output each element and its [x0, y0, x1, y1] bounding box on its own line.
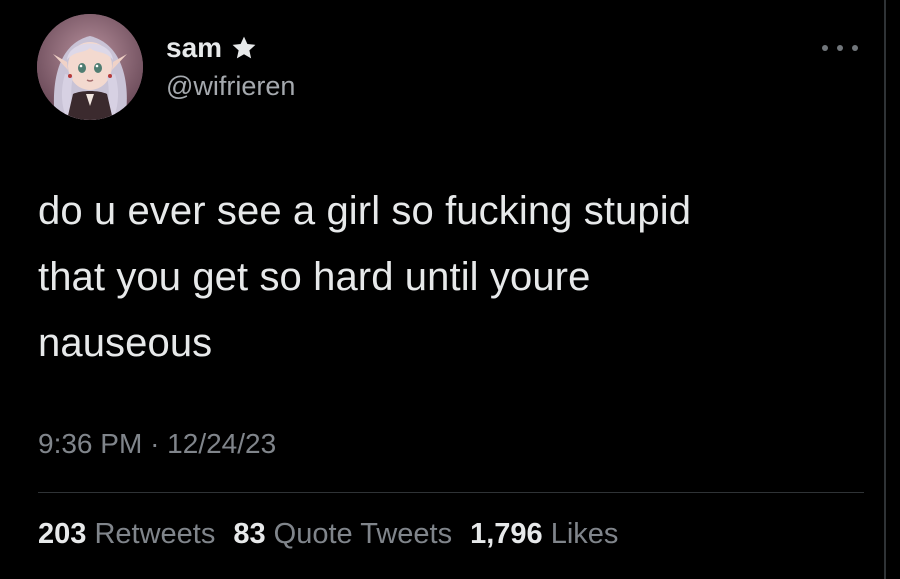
user-name-row[interactable]: sam — [166, 30, 258, 66]
avatar[interactable] — [37, 14, 143, 120]
dot-icon — [822, 45, 828, 51]
engagement-stats: 203 Retweets 83 Quote Tweets 1,796 Likes — [38, 518, 636, 551]
display-name[interactable]: sam — [166, 32, 222, 64]
meta-separator: · — [150, 428, 168, 459]
tweet-date: 12/24/23 — [167, 428, 277, 459]
likes-count: 1,796 — [470, 518, 551, 550]
likes-label: Likes — [550, 518, 619, 550]
retweets-label: Retweets — [94, 518, 216, 550]
anime-girl-avatar-icon — [37, 14, 143, 120]
tweet-timestamp[interactable]: 9:36 PM · 12/24/23 — [38, 428, 276, 460]
user-handle[interactable]: @wifrieren — [166, 71, 295, 102]
tweet-time: 9:36 PM — [38, 428, 151, 459]
quote-tweets-count: 83 — [233, 518, 274, 550]
quote-tweets-label: Quote Tweets — [273, 518, 453, 550]
tweet-card: sam @wifrieren do u ever see a girl so f… — [0, 0, 900, 579]
retweets-count: 203 — [38, 518, 95, 550]
more-options-icon[interactable] — [822, 38, 858, 58]
dot-icon — [852, 45, 858, 51]
quote-tweets-stat[interactable]: 83 Quote Tweets — [233, 518, 452, 551]
divider — [38, 492, 864, 493]
star-icon — [232, 36, 256, 59]
dot-icon — [837, 45, 843, 51]
retweets-stat[interactable]: 203 Retweets — [38, 518, 215, 551]
tweet-text: do u ever see a girl so fucking stupid t… — [38, 189, 692, 365]
likes-stat[interactable]: 1,796 Likes — [470, 518, 618, 551]
right-border — [884, 0, 886, 579]
